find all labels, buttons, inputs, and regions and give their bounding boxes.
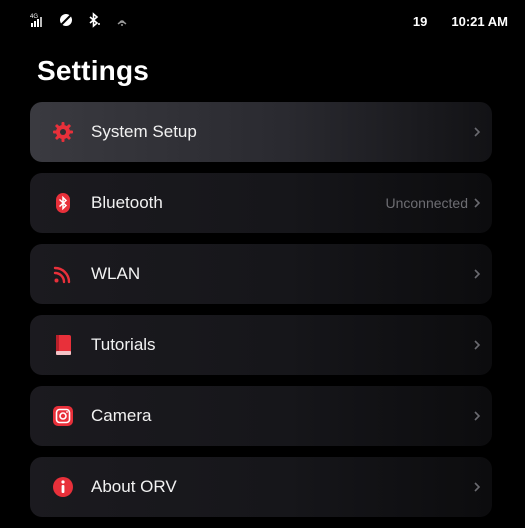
settings-item-bluetooth[interactable]: Bluetooth Unconnected	[30, 173, 492, 233]
status-right: 19 10:21 AM	[413, 14, 508, 29]
bluetooth-status-icon	[89, 12, 100, 28]
chevron-right-icon	[474, 482, 481, 492]
page-title: Settings	[37, 55, 150, 86]
chevron-right-icon	[474, 411, 481, 421]
settings-item-label: Tutorials	[91, 335, 156, 354]
status-icons: 4G	[30, 12, 130, 28]
settings-item-label: About ORV	[91, 477, 177, 496]
status-bar: 4G 19 10:21 AM	[0, 0, 525, 42]
gear-icon	[53, 122, 73, 142]
bluetooth-icon	[56, 193, 70, 213]
chevron-right-icon	[474, 198, 481, 208]
settings-item-system-setup[interactable]: System Setup	[30, 102, 492, 162]
settings-list: System Setup Bluetooth Unconnected WLAN	[30, 102, 492, 528]
settings-item-wlan[interactable]: WLAN	[30, 244, 492, 304]
wifi-icon	[53, 266, 71, 284]
settings-item-label: Bluetooth	[91, 193, 163, 212]
settings-item-camera[interactable]: Camera	[30, 386, 492, 446]
settings-item-label: Camera	[91, 406, 152, 425]
do-not-disturb-icon	[60, 14, 72, 26]
battery-level: 19	[412, 14, 428, 29]
clock: 10:21 AM	[451, 14, 508, 29]
chevron-right-icon	[474, 269, 481, 279]
settings-item-tutorials[interactable]: Tutorials	[30, 315, 492, 375]
nfc-icon	[117, 20, 127, 26]
camera-icon	[53, 406, 73, 426]
info-icon	[53, 477, 73, 497]
settings-item-label: System Setup	[91, 122, 197, 141]
settings-item-label: WLAN	[91, 264, 141, 283]
bluetooth-status-value: Unconnected	[385, 195, 468, 211]
signal-icon: 4G	[30, 14, 42, 27]
book-icon	[56, 335, 71, 355]
settings-item-about[interactable]: About ORV	[30, 457, 492, 517]
chevron-right-icon	[474, 127, 481, 137]
chevron-right-icon	[474, 340, 481, 350]
